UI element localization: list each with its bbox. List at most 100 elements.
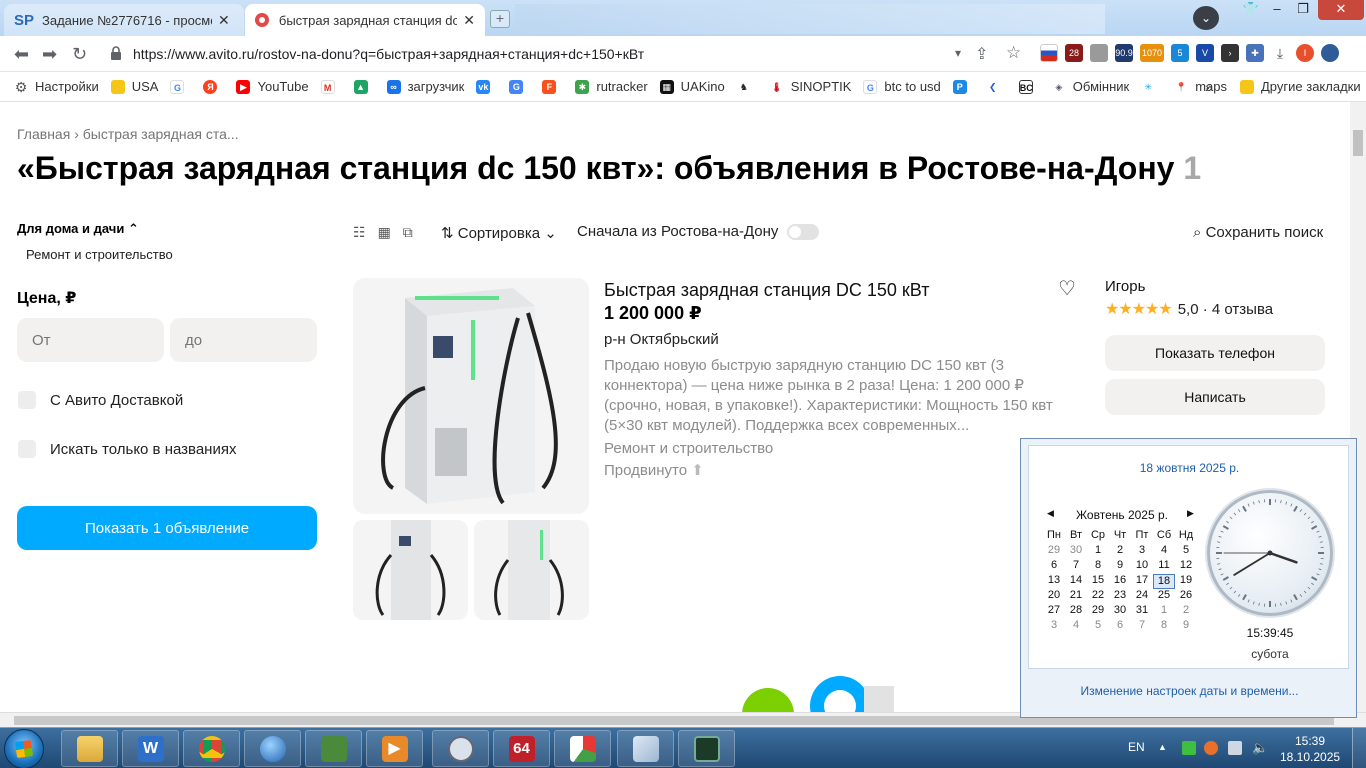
- save-search-button[interactable]: ⌕ Сохранить поиск: [1193, 224, 1323, 241]
- profile-avatar[interactable]: I: [1296, 44, 1314, 62]
- show-desktop-button[interactable]: [1352, 728, 1366, 768]
- calendar-day[interactable]: 19: [1175, 574, 1197, 589]
- bookmark-item[interactable]: USA: [110, 79, 158, 94]
- calendar-day[interactable]: 30: [1109, 604, 1131, 619]
- calendar-day[interactable]: 2: [1109, 544, 1131, 559]
- address-bar[interactable]: https://www.avito.ru/rostov-na-donu?q=бы…: [133, 46, 644, 62]
- show-results-button[interactable]: Показать 1 объявление: [17, 506, 317, 550]
- calendar-day[interactable]: 8: [1087, 559, 1109, 574]
- bookmark-item[interactable]: ▦ UAKino: [659, 79, 725, 94]
- calendar-day[interactable]: 5: [1175, 544, 1197, 559]
- taskbar-notepad[interactable]: [617, 730, 674, 767]
- grid-view-icon[interactable]: ▦: [378, 224, 391, 241]
- calendar-day[interactable]: 2: [1175, 604, 1197, 619]
- flag-ru-icon[interactable]: [1040, 44, 1058, 62]
- new-tab-icon[interactable]: +: [490, 10, 510, 28]
- delivery-checkbox-row[interactable]: С Авито Доставкой: [18, 391, 183, 409]
- listing-thumbnail[interactable]: [474, 520, 589, 620]
- calendar-day[interactable]: 1: [1153, 604, 1175, 619]
- bookmark-item[interactable]: Gbtc to usd: [863, 79, 941, 94]
- extension-badge-icon[interactable]: 28: [1065, 44, 1083, 62]
- calendar-day[interactable]: 7: [1131, 619, 1153, 634]
- breadcrumb-current[interactable]: быстрая зарядная ста...: [83, 126, 239, 142]
- bookmark-item[interactable]: Я: [203, 79, 224, 94]
- bookmark-item[interactable]: F: [542, 79, 563, 94]
- forward-icon[interactable]: ➡: [42, 44, 57, 65]
- taskbar-app-green[interactable]: [305, 730, 362, 767]
- start-button[interactable]: [4, 729, 44, 768]
- price-to-input[interactable]: [170, 318, 317, 362]
- tray-time[interactable]: 15:39: [1280, 734, 1340, 748]
- bookmark-item[interactable]: ▶ YouTube: [236, 79, 309, 94]
- calendar-day[interactable]: 10: [1131, 559, 1153, 574]
- calendar-day[interactable]: 8: [1153, 619, 1175, 634]
- taskbar-media-player[interactable]: ▶: [366, 730, 423, 767]
- tray-date[interactable]: 18.10.2025: [1280, 750, 1340, 764]
- back-icon[interactable]: ⬅: [14, 44, 29, 65]
- calendar-day[interactable]: 16: [1109, 574, 1131, 589]
- tray-expand-icon[interactable]: ▲: [1158, 742, 1167, 752]
- language-indicator[interactable]: EN: [1128, 740, 1145, 754]
- share-icon[interactable]: ⇪: [975, 44, 988, 64]
- bookmark-item[interactable]: vk: [476, 79, 497, 94]
- tray-app-icon[interactable]: [1204, 741, 1218, 755]
- bitcoin-icon[interactable]: 1070: [1140, 44, 1164, 62]
- close-tab-icon[interactable]: ✕: [218, 12, 230, 29]
- taskbar-chart-app[interactable]: [554, 730, 611, 767]
- battery-icon[interactable]: [1182, 741, 1196, 755]
- extension-case-icon[interactable]: [1090, 44, 1108, 62]
- category-heading[interactable]: Для дома и дачи ⌃: [17, 221, 139, 237]
- bookmark-item[interactable]: BC: [1018, 79, 1040, 94]
- listing-main-photo[interactable]: [353, 278, 589, 514]
- calendar-day[interactable]: 14: [1065, 574, 1087, 589]
- calendar-day[interactable]: 6: [1109, 619, 1131, 634]
- calendar-day[interactable]: 5: [1087, 619, 1109, 634]
- extension-download-icon[interactable]: 5: [1171, 44, 1189, 62]
- taskbar-clock-app[interactable]: [432, 730, 489, 767]
- bookmark-item[interactable]: ❮: [985, 79, 1007, 94]
- extension-globe-icon[interactable]: [1321, 44, 1339, 62]
- calendar-day[interactable]: 17: [1131, 574, 1153, 589]
- puzzle-icon[interactable]: ✚: [1246, 44, 1264, 62]
- bookmark-item[interactable]: ✳: [1141, 79, 1162, 94]
- minimize-icon[interactable]: –: [1264, 0, 1290, 20]
- taskbar-chrome[interactable]: [183, 730, 240, 767]
- bookmark-item[interactable]: P: [952, 79, 974, 94]
- close-tab-icon[interactable]: ✕: [463, 12, 475, 29]
- category-link[interactable]: Ремонт и строительство: [26, 247, 173, 262]
- change-date-settings-link[interactable]: Изменение настроек даты и времени...: [1021, 684, 1358, 698]
- calendar-day[interactable]: 21: [1065, 589, 1087, 604]
- volume-icon[interactable]: 🔈: [1252, 741, 1268, 755]
- calendar-day[interactable]: 28: [1065, 604, 1087, 619]
- calendar-day[interactable]: 11: [1153, 559, 1175, 574]
- map-view-icon[interactable]: ⧉: [403, 224, 413, 241]
- calendar-day-today[interactable]: 18: [1153, 574, 1175, 589]
- calendar-day[interactable]: 15: [1087, 574, 1109, 589]
- bookmark-item[interactable]: ⚙ Настройки: [14, 79, 99, 94]
- calendar-day[interactable]: 29: [1087, 604, 1109, 619]
- bookmark-item[interactable]: G: [509, 79, 530, 94]
- scroll-thumb[interactable]: [1353, 130, 1363, 156]
- taskbar-wise-care[interactable]: W: [122, 730, 179, 767]
- calendar-day[interactable]: 1: [1087, 544, 1109, 559]
- next-month-icon[interactable]: ▶: [1187, 508, 1194, 519]
- calendar-day[interactable]: 23: [1109, 589, 1131, 604]
- extension-speed-icon[interactable]: 90.9: [1115, 44, 1133, 62]
- seller-name[interactable]: Игорь: [1105, 278, 1145, 295]
- calendar-day[interactable]: 24: [1131, 589, 1153, 604]
- show-phone-button[interactable]: Показать телефон: [1105, 335, 1325, 371]
- calendar-day[interactable]: 3: [1131, 544, 1153, 559]
- rostov-first-toggle-row[interactable]: Сначала из Ростова-на-Дону: [577, 223, 820, 240]
- bookmark-item[interactable]: ♞: [736, 79, 758, 94]
- listing-title[interactable]: Быстрая зарядная станция DC 150 кВт: [604, 280, 929, 301]
- extension-arrow-icon[interactable]: ›: [1221, 44, 1239, 62]
- bookmark-star-icon[interactable]: ☆: [1006, 43, 1021, 63]
- bookmark-item[interactable]: ◈ Обмінник: [1051, 79, 1129, 94]
- network-icon[interactable]: [1228, 741, 1242, 755]
- bookmark-item[interactable]: G: [170, 79, 191, 94]
- taskbar-network[interactable]: [244, 730, 301, 767]
- other-bookmarks[interactable]: Другие закладки: [1240, 79, 1361, 94]
- tab-task[interactable]: SP Задание №2776716 - просмотр з ✕: [4, 4, 244, 36]
- favorite-heart-icon[interactable]: ♡: [1058, 276, 1076, 301]
- calendar-day[interactable]: 7: [1065, 559, 1087, 574]
